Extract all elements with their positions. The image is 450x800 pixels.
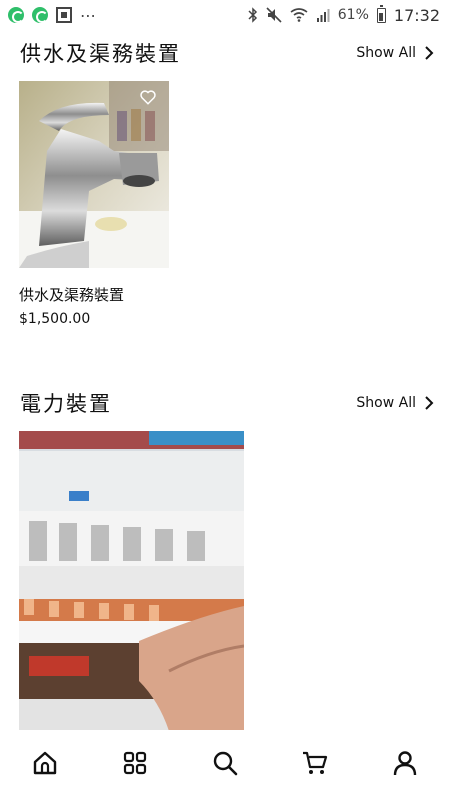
show-all-label: Show All <box>356 395 416 411</box>
product-image-faucet[interactable] <box>19 81 169 268</box>
favorite-heart-icon[interactable] <box>139 88 157 106</box>
battery-percent: 61% <box>337 7 369 23</box>
signal-icon <box>316 9 330 22</box>
flipboard-icon <box>56 7 72 23</box>
search-icon <box>213 751 238 776</box>
home-icon <box>33 751 57 775</box>
bottom-nav <box>0 730 450 800</box>
status-bar: ⋯ 61% 17:32 <box>0 0 450 30</box>
user-icon <box>393 751 417 776</box>
circuit-breakers-photo <box>19 431 244 731</box>
section-title: 供水及渠務裝置 <box>20 42 181 66</box>
grid-icon <box>123 751 147 775</box>
wifi-icon <box>290 8 308 22</box>
chevron-right-icon <box>425 46 434 60</box>
battery-icon <box>376 4 386 23</box>
app-notification-icon <box>8 7 24 23</box>
faucet-photo <box>19 81 169 268</box>
show-all-button[interactable]: Show All <box>356 45 434 61</box>
nav-cart-button[interactable] <box>295 743 335 783</box>
show-all-button[interactable]: Show All <box>356 395 434 411</box>
section-header-electrical: 電力裝置 Show All <box>20 388 434 418</box>
status-bar-left: ⋯ <box>8 6 97 25</box>
show-all-label: Show All <box>356 45 416 61</box>
bluetooth-icon <box>248 7 257 23</box>
status-bar-right: 61% 17:32 <box>248 4 440 25</box>
section-title: 電力裝置 <box>20 392 112 416</box>
chevron-right-icon <box>425 396 434 410</box>
mute-icon <box>266 7 282 23</box>
nav-home-button[interactable] <box>25 743 65 783</box>
product-image-circuit-breakers[interactable] <box>19 431 244 731</box>
clock: 17:32 <box>393 5 440 25</box>
nav-account-button[interactable] <box>385 743 425 783</box>
app-notification-icon-2 <box>32 7 48 23</box>
nav-categories-button[interactable] <box>115 743 155 783</box>
section-header-water: 供水及渠務裝置 Show All <box>20 38 434 68</box>
nav-search-button[interactable] <box>205 743 245 783</box>
cart-icon <box>303 751 328 774</box>
product-title[interactable]: 供水及渠務裝置 <box>19 284 124 305</box>
product-price: $1,500.00 <box>19 311 91 327</box>
more-notifications-icon: ⋯ <box>80 5 97 25</box>
